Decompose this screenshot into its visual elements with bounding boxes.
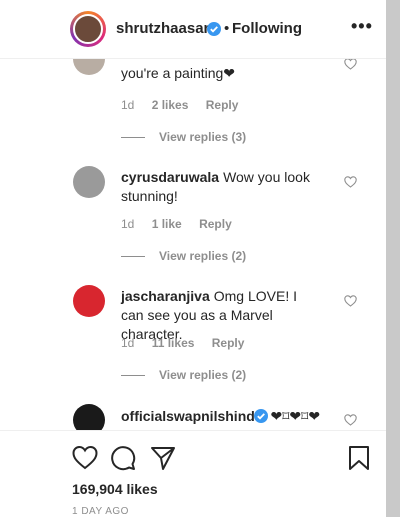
avatar[interactable] xyxy=(73,285,105,317)
comment-body: you're a painting❤ xyxy=(121,65,236,81)
post-actions-footer: 169,904 likes 1 DAY AGO xyxy=(0,430,386,518)
comment-text: you're a painting❤ xyxy=(121,64,321,83)
heart-icon[interactable] xyxy=(72,445,98,471)
like-comment-heart-icon[interactable] xyxy=(344,58,357,70)
more-options-icon[interactable]: ••• xyxy=(351,16,373,37)
post-timestamp: 1 DAY AGO xyxy=(72,506,129,517)
replies-line xyxy=(121,137,145,139)
comment-age: 1d xyxy=(121,217,135,231)
post-header: shrutzhaasan • Following ••• xyxy=(0,0,386,59)
avatar[interactable] xyxy=(73,58,105,75)
profile-avatar[interactable] xyxy=(70,11,106,47)
view-replies-button[interactable]: View replies (3) xyxy=(121,130,246,144)
following-button[interactable]: Following xyxy=(232,20,302,37)
like-comment-heart-icon[interactable] xyxy=(344,176,357,188)
comment-likes[interactable]: 2 likes xyxy=(152,98,189,112)
view-replies-button[interactable]: View replies (2) xyxy=(121,249,246,263)
reply-button[interactable]: Reply xyxy=(206,98,239,112)
comment-text: officialswapnilshinde ❤⌑❤⌑❤ xyxy=(121,407,351,426)
view-replies-label: View replies (3) xyxy=(159,130,247,144)
comment-likes[interactable]: 1 like xyxy=(152,217,182,231)
comment-meta: 1d 2 likes Reply xyxy=(121,98,252,112)
view-replies-label: View replies (2) xyxy=(159,249,247,263)
likes-count[interactable]: 169,904 likes xyxy=(72,481,158,497)
comment-username[interactable]: jascharanjiva xyxy=(121,288,210,304)
separator-dot: • xyxy=(224,20,230,37)
replies-line xyxy=(121,375,145,377)
comment-icon[interactable] xyxy=(110,445,136,471)
comment-age: 1d xyxy=(121,336,135,350)
comment-meta: 1d 11 likes Reply xyxy=(121,336,258,350)
bookmark-icon[interactable] xyxy=(346,445,372,471)
verified-badge-icon xyxy=(207,22,221,36)
reply-button[interactable]: Reply xyxy=(199,217,232,231)
post-panel: shrutzhaasan • Following ••• you're a pa… xyxy=(0,0,386,518)
replies-line xyxy=(121,256,145,258)
comment-body: ❤⌑❤⌑❤ xyxy=(270,408,321,424)
comment-meta: 1d 1 like Reply xyxy=(121,217,246,231)
comments-list[interactable]: you're a painting❤ 1d 2 likes Reply View… xyxy=(0,58,386,430)
verified-badge-icon xyxy=(254,409,268,423)
scrollbar-thumb[interactable] xyxy=(386,0,400,517)
comment-username[interactable]: officialswapnilshinde xyxy=(121,408,263,424)
comment-age: 1d xyxy=(121,98,135,112)
view-replies-button[interactable]: View replies (2) xyxy=(121,368,246,382)
comment-likes[interactable]: 11 likes xyxy=(152,336,195,350)
comment-username[interactable]: cyrusdaruwala xyxy=(121,169,219,185)
avatar[interactable] xyxy=(73,404,105,430)
reply-button[interactable]: Reply xyxy=(212,336,245,350)
view-replies-label: View replies (2) xyxy=(159,368,247,382)
like-comment-heart-icon[interactable] xyxy=(344,295,357,307)
like-comment-heart-icon[interactable] xyxy=(344,414,357,426)
share-icon[interactable] xyxy=(150,445,176,471)
avatar[interactable] xyxy=(73,166,105,198)
post-username[interactable]: shrutzhaasan xyxy=(116,20,213,37)
comment-text: cyrusdaruwala Wow you look stunning! xyxy=(121,168,321,206)
